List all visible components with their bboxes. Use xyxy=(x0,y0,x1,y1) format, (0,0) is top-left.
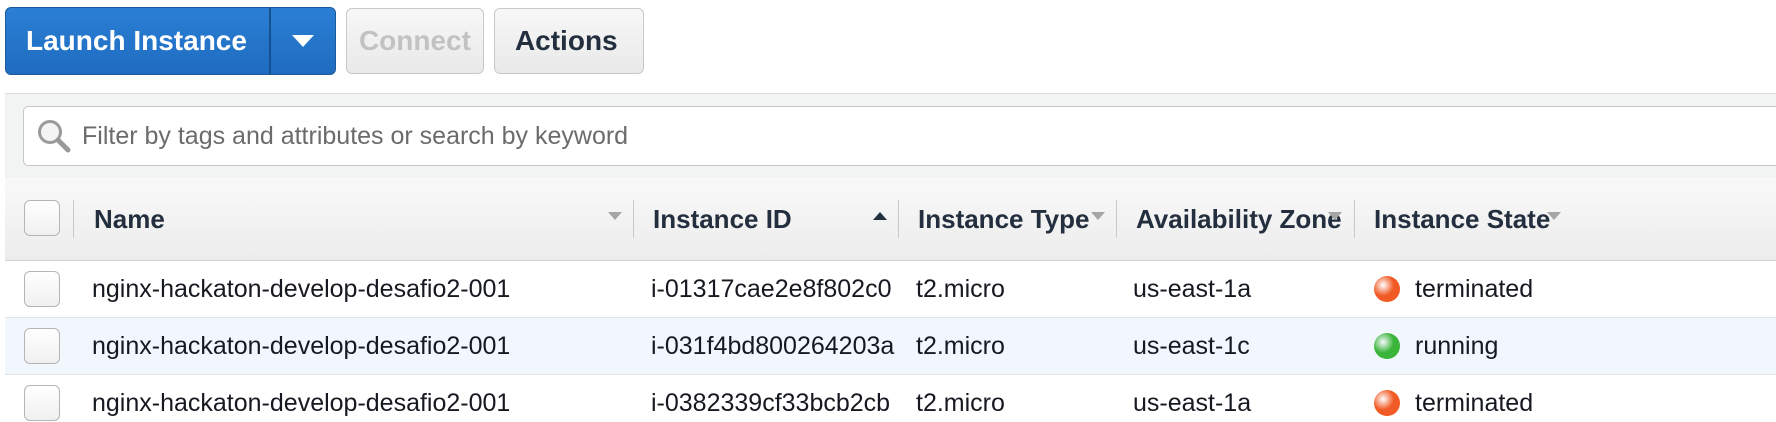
sort-ascending-icon[interactable] xyxy=(873,212,887,221)
caret-down-icon xyxy=(291,34,314,47)
column-header-instance-state[interactable]: Instance State xyxy=(1374,178,1550,260)
cell-instance-id: i-0382339cf33bcb2cb xyxy=(651,388,891,417)
ec2-instances-page: Launch Instance Connect Actions Filter b… xyxy=(0,0,1776,422)
column-header-instance-id[interactable]: Instance ID xyxy=(653,178,792,260)
filter-bar xyxy=(5,93,1776,179)
table-row[interactable]: nginx-hackaton-develop-desafio2-001 i-01… xyxy=(5,261,1776,318)
cell-instance-state: terminated xyxy=(1374,375,1533,422)
instances-table: Name Instance ID Instance Type Availabil… xyxy=(5,178,1776,422)
instance-state-label: terminated xyxy=(1415,274,1534,303)
status-dot-icon xyxy=(1374,333,1400,359)
actions-button[interactable]: Actions xyxy=(493,8,644,74)
cell-name: nginx-hackaton-develop-desafio2-001 xyxy=(92,388,511,417)
cell-availability-zone: us-east-1c xyxy=(1133,331,1250,360)
instance-state-label: terminated xyxy=(1415,388,1534,417)
actions-label: Actions xyxy=(514,25,618,56)
cell-availability-zone: us-east-1a xyxy=(1133,388,1252,417)
filter-box xyxy=(23,106,1776,166)
column-divider xyxy=(73,200,74,238)
table-body: nginx-hackaton-develop-desafio2-001 i-01… xyxy=(5,261,1776,422)
cell-instance-state: running xyxy=(1374,318,1498,374)
cell-instance-type: t2.micro xyxy=(916,331,1005,360)
launch-options-dropdown[interactable] xyxy=(271,8,335,74)
cell-instance-id: i-01317cae2e8f802c0 xyxy=(651,274,892,303)
row-checkbox[interactable] xyxy=(24,328,60,364)
table-row[interactable]: nginx-hackaton-develop-desafio2-001 i-03… xyxy=(5,375,1776,422)
cell-instance-type: t2.micro xyxy=(916,388,1005,417)
search-icon xyxy=(38,120,71,153)
table-header: Name Instance ID Instance Type Availabil… xyxy=(5,178,1776,261)
cell-availability-zone: us-east-1a xyxy=(1133,274,1252,303)
row-checkbox[interactable] xyxy=(24,271,60,307)
sort-caret-icon[interactable] xyxy=(1328,212,1342,221)
connect-button[interactable]: Connect xyxy=(345,8,484,74)
cell-name: nginx-hackaton-develop-desafio2-001 xyxy=(92,274,511,303)
toolbar: Launch Instance Connect Actions xyxy=(5,7,644,75)
cell-instance-type: t2.micro xyxy=(916,274,1005,303)
cell-name: nginx-hackaton-develop-desafio2-001 xyxy=(92,331,511,360)
filter-input[interactable] xyxy=(80,120,1684,152)
launch-instance-button[interactable]: Launch Instance xyxy=(6,8,269,74)
column-divider xyxy=(898,200,899,238)
row-checkbox[interactable] xyxy=(24,385,60,421)
column-divider xyxy=(1116,200,1117,238)
column-divider xyxy=(633,200,634,238)
sort-caret-icon[interactable] xyxy=(608,212,622,221)
select-all-checkbox[interactable] xyxy=(24,200,60,236)
launch-instance-split-button: Launch Instance xyxy=(5,7,336,75)
column-header-instance-type[interactable]: Instance Type xyxy=(918,178,1089,260)
sort-caret-icon[interactable] xyxy=(1091,212,1105,221)
instance-state-label: running xyxy=(1415,331,1499,360)
cell-instance-id: i-031f4bd800264203a xyxy=(651,331,895,360)
status-dot-icon xyxy=(1374,390,1400,416)
table-row[interactable]: nginx-hackaton-develop-desafio2-001 i-03… xyxy=(5,318,1776,375)
column-header-name[interactable]: Name xyxy=(94,178,165,260)
column-header-availability-zone[interactable]: Availability Zone xyxy=(1136,178,1342,260)
column-divider xyxy=(1354,200,1355,238)
cell-instance-state: terminated xyxy=(1374,261,1533,317)
sort-caret-icon[interactable] xyxy=(1547,212,1561,221)
status-dot-icon xyxy=(1374,276,1400,302)
